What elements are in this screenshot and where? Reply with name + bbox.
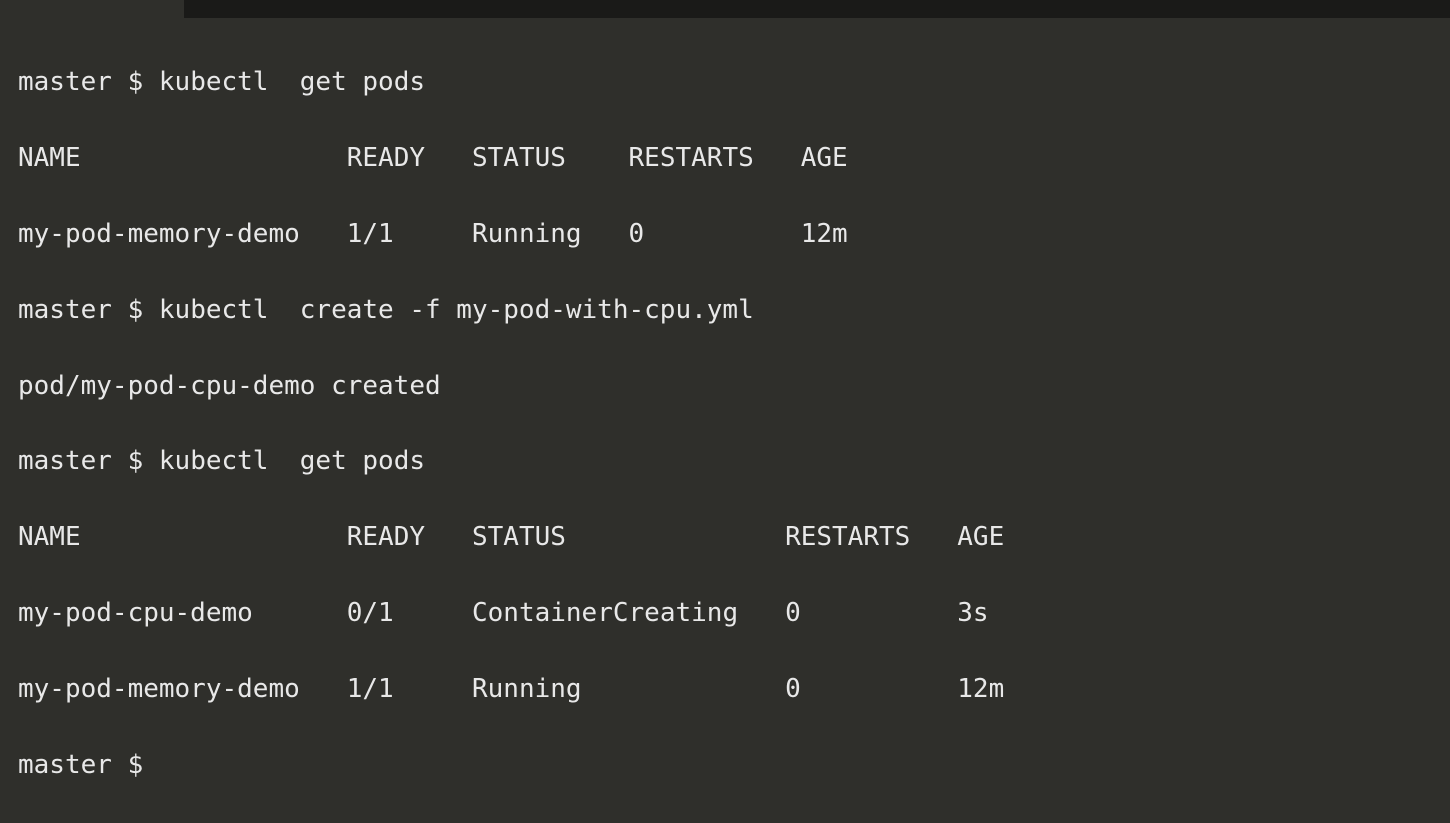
col-age: AGE [801,143,848,173]
col-ready: READY [347,143,425,173]
window-tab-bar [0,0,1450,18]
cell-restarts: 0 [629,219,645,249]
cell-age: 3s [957,598,988,628]
cell-ready: 1/1 [347,674,394,704]
col-status: STATUS [472,522,566,552]
list1-row: my-pod-memory-demo 1/1 Running 0 12m [18,216,1432,254]
cell-name: my-pod-memory-demo [18,674,300,704]
terminal-output[interactable]: master $ kubectl get pods NAME READY STA… [0,18,1450,823]
prompt-line[interactable]: master $ [18,747,1432,785]
prompt: master $ [18,67,143,97]
col-name: NAME [18,143,81,173]
col-name: NAME [18,522,81,552]
cell-name: my-pod-memory-demo [18,219,300,249]
command-line-3: master $ kubectl get pods [18,443,1432,481]
list2-row: my-pod-cpu-demo 0/1 ContainerCreating 0 … [18,595,1432,633]
col-status: STATUS [472,143,566,173]
prompt: master $ [18,295,143,325]
cell-age: 12m [957,674,1004,704]
prompt: master $ [18,446,143,476]
command-text: kubectl get pods [159,446,425,476]
active-tab-stub [0,0,184,18]
create-output: pod/my-pod-cpu-demo created [18,368,1432,406]
cell-name: my-pod-cpu-demo [18,598,253,628]
command-line-2: master $ kubectl create -f my-pod-with-c… [18,292,1432,330]
command-line-1: master $ kubectl get pods [18,64,1432,102]
cell-status: Running [472,674,582,704]
list2-row: my-pod-memory-demo 1/1 Running 0 12m [18,671,1432,709]
cell-age: 12m [801,219,848,249]
list2-header: NAME READY STATUS RESTARTS AGE [18,519,1432,557]
col-age: AGE [957,522,1004,552]
cell-status: Running [472,219,582,249]
cell-restarts: 0 [785,674,801,704]
cell-ready: 1/1 [347,219,394,249]
cell-ready: 0/1 [347,598,394,628]
prompt: master $ [18,750,143,780]
cell-restarts: 0 [785,598,801,628]
command-text: kubectl create -f my-pod-with-cpu.yml [159,295,754,325]
col-restarts: RESTARTS [785,522,910,552]
list1-header: NAME READY STATUS RESTARTS AGE [18,140,1432,178]
col-ready: READY [347,522,425,552]
cell-status: ContainerCreating [472,598,738,628]
col-restarts: RESTARTS [629,143,754,173]
command-text: kubectl get pods [159,67,425,97]
